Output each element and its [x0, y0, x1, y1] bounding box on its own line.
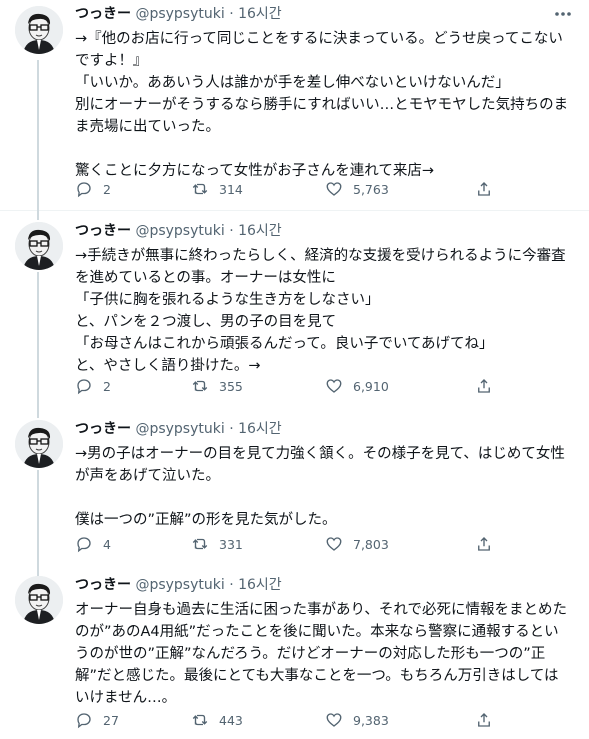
thread-line: [37, 470, 39, 568]
like-button[interactable]: 5,763: [325, 179, 389, 199]
author-handle[interactable]: @psypsytuki: [135, 577, 224, 593]
author-handle[interactable]: @psypsytuki: [135, 223, 224, 239]
author-name[interactable]: つっきー: [75, 421, 131, 437]
timestamp[interactable]: 16시간: [238, 421, 282, 437]
author-handle[interactable]: @psypsytuki: [135, 421, 224, 437]
thread-line: [37, 408, 39, 418]
retweet-button[interactable]: 355: [191, 376, 243, 396]
tweet-content: つっきー @psypsytuki · 16시간 →手続きが無事に終わったらしく、…: [75, 219, 569, 377]
more-icon[interactable]: [551, 4, 575, 24]
tweet-header: つっきー @psypsytuki · 16시간: [75, 573, 569, 597]
tweet-content: つっきー @psypsytuki · 16시간 →男の子はオーナーの目を見て力強…: [75, 417, 569, 531]
tweet-header: つっきー @psypsytuki · 16시간: [75, 219, 569, 243]
share-button[interactable]: [475, 534, 493, 554]
tweet[interactable]: つっきー @psypsytuki · 16시간 オーナー自身も過去に生活に困った…: [0, 568, 589, 739]
tweet[interactable]: つっきー @psypsytuki · 16시간 →『他のお店に行って同じことをす…: [0, 0, 589, 210]
thread-line: [37, 568, 39, 576]
avatar-image: [15, 420, 63, 468]
reply-button[interactable]: 4: [75, 534, 111, 554]
avatar-image: [15, 6, 63, 54]
tweet-content: つっきー @psypsytuki · 16시간 オーナー自身も過去に生活に困った…: [75, 573, 569, 709]
retweet-count: 443: [219, 712, 243, 728]
tweet-actions: 27 443 9,383: [75, 710, 515, 730]
reply-icon: [77, 182, 91, 198]
reply-count: 2: [103, 378, 111, 394]
retweet-count: 355: [219, 378, 243, 394]
tweet-text: →男の子はオーナーの目を見て力強く頷く。その様子を見て、はじめて女性が声をあげて…: [75, 446, 565, 528]
reply-count: 2: [103, 181, 111, 197]
tweet-actions: 2 355 6,910: [75, 376, 515, 396]
author-name[interactable]: つっきー: [75, 6, 131, 22]
author-name[interactable]: つっきー: [75, 223, 131, 239]
share-button[interactable]: [475, 179, 493, 199]
retweet-count: 331: [219, 536, 243, 552]
timestamp[interactable]: 16시간: [238, 577, 282, 593]
avatar[interactable]: [15, 576, 63, 624]
reply-button[interactable]: 27: [75, 710, 119, 730]
separator-dot: ·: [229, 6, 234, 22]
like-button[interactable]: 7,803: [325, 534, 389, 554]
retweet-icon: [192, 183, 208, 195]
share-icon: [478, 713, 490, 727]
thread-line: [37, 272, 39, 408]
avatar[interactable]: [15, 6, 63, 54]
tweet-text: →手続きが無事に終わったらしく、経済的な支援を受けられるように今審査を進めている…: [75, 248, 566, 374]
avatar[interactable]: [15, 420, 63, 468]
reply-button[interactable]: 2: [75, 179, 111, 199]
tweet-header: つっきー @psypsytuki · 16시간: [75, 2, 569, 26]
like-count: 5,763: [353, 181, 389, 197]
tweet-actions: 2 314 5,763: [75, 179, 515, 199]
author-handle[interactable]: @psypsytuki: [135, 6, 224, 22]
like-icon: [326, 537, 342, 551]
retweet-icon: [192, 380, 208, 392]
tweet-actions: 4 331 7,803: [75, 534, 515, 554]
tweet-text: オーナー自身も過去に生活に困った事があり、それで必死に情報をまとめたのが”あのA…: [75, 602, 567, 706]
like-button[interactable]: 9,383: [325, 710, 389, 730]
reply-icon: [77, 379, 91, 395]
like-count: 9,383: [353, 712, 389, 728]
tweet-thread: つっきー @psypsytuki · 16시간 →『他のお店に行って同じことをす…: [0, 0, 589, 739]
reply-icon: [77, 713, 91, 729]
separator-dot: ·: [229, 223, 234, 239]
retweet-button[interactable]: 443: [191, 710, 243, 730]
timestamp[interactable]: 16시간: [238, 223, 282, 239]
reply-button[interactable]: 2: [75, 376, 111, 396]
reply-count: 4: [103, 536, 111, 552]
avatar-image: [15, 576, 63, 624]
avatar-image: [15, 222, 63, 270]
author-name[interactable]: つっきー: [75, 577, 131, 593]
thread-line: [37, 60, 39, 210]
reply-count: 27: [103, 712, 119, 728]
tweet-content: つっきー @psypsytuki · 16시간 →『他のお店に行って同じことをす…: [75, 2, 569, 182]
thread-line: [37, 210, 39, 220]
share-button[interactable]: [475, 710, 493, 730]
retweet-count: 314: [219, 181, 243, 197]
share-button[interactable]: [475, 376, 493, 396]
like-count: 7,803: [353, 536, 389, 552]
tweet-text: →『他のお店に行って同じことをするに決まっている。どうせ戻ってこないですよ！』 …: [75, 31, 569, 179]
share-icon: [478, 537, 490, 551]
share-icon: [478, 379, 490, 393]
retweet-icon: [192, 714, 208, 726]
separator-dot: ·: [229, 421, 234, 437]
tweet[interactable]: つっきー @psypsytuki · 16시간 →手続きが無事に終わったらしく、…: [0, 210, 589, 408]
like-icon: [326, 182, 342, 196]
like-icon: [326, 713, 342, 727]
tweet[interactable]: つっきー @psypsytuki · 16시간 →男の子はオーナーの目を見て力強…: [0, 408, 589, 568]
share-icon: [478, 182, 490, 196]
separator-dot: ·: [229, 577, 234, 593]
like-icon: [326, 379, 342, 393]
avatar[interactable]: [15, 222, 63, 270]
retweet-button[interactable]: 331: [191, 534, 243, 554]
like-count: 6,910: [353, 378, 389, 394]
timestamp[interactable]: 16시간: [238, 6, 282, 22]
retweet-icon: [192, 538, 208, 550]
tweet-header: つっきー @psypsytuki · 16시간: [75, 417, 569, 441]
retweet-button[interactable]: 314: [191, 179, 243, 199]
reply-icon: [77, 537, 91, 553]
like-button[interactable]: 6,910: [325, 376, 389, 396]
